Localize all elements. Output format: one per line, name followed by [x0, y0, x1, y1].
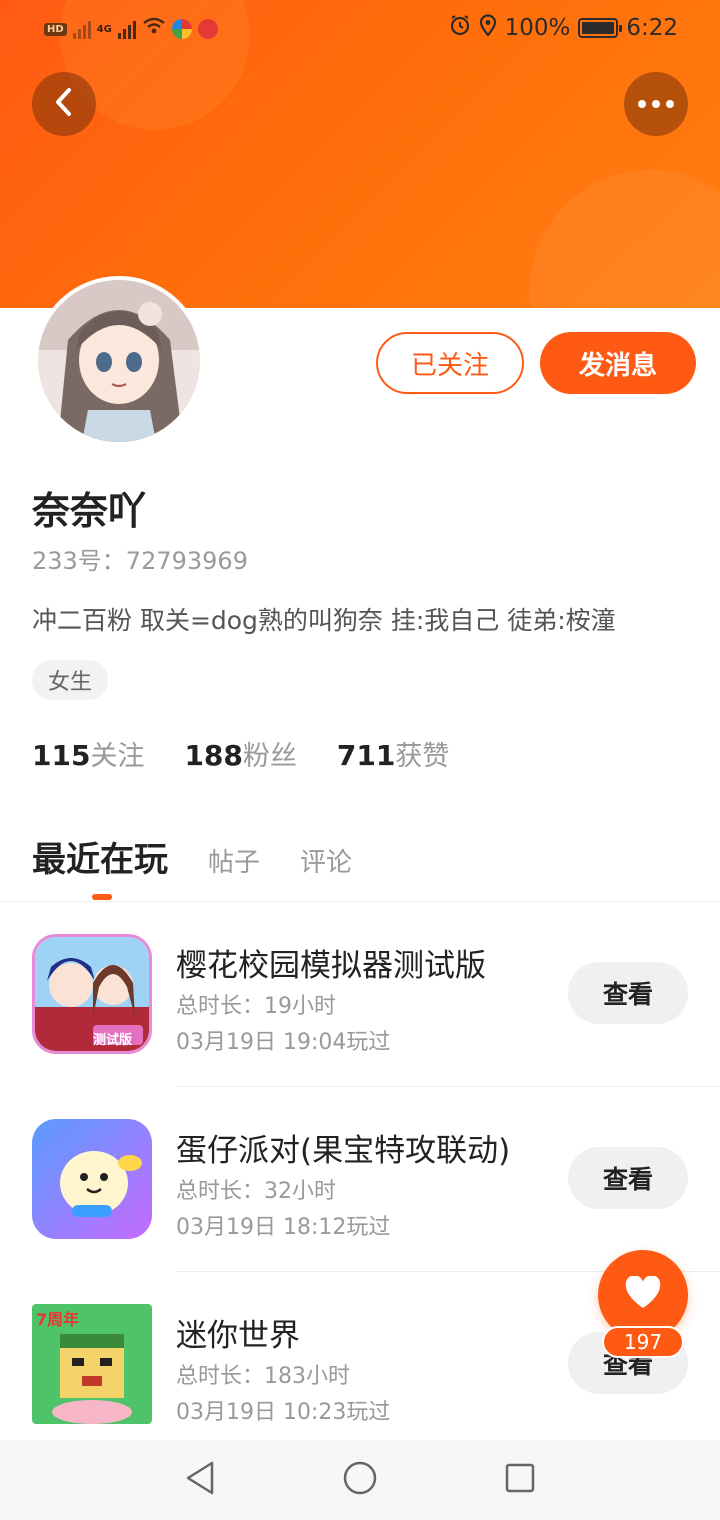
game-icon-badge: 测试版 [93, 1033, 133, 1048]
more-dots-icon [638, 100, 674, 108]
like-count-badge: 197 [602, 1326, 684, 1358]
battery-percent: 100% [504, 15, 571, 41]
game-name: 樱花校园模拟器测试版 [176, 948, 486, 984]
game-name: 蛋仔派对(果宝特攻联动) [176, 1133, 511, 1169]
status-right-group: 100% 6:22 [449, 14, 678, 42]
hd-badge: HD [44, 22, 67, 36]
nav-recents-button[interactable] [500, 1460, 540, 1500]
clock: 6:22 [626, 15, 678, 41]
view-game-button[interactable]: 查看 [568, 1147, 688, 1209]
followed-button[interactable]: 已关注 [376, 332, 524, 394]
gender-tag: 女生 [32, 660, 109, 700]
game-icon [32, 1119, 152, 1239]
nav-back-button[interactable] [180, 1460, 220, 1500]
app-notification-icon [171, 19, 192, 39]
battery-icon [578, 18, 623, 38]
status-left-group: HD 4G [44, 16, 218, 42]
game-name: 迷你世界 [176, 1318, 300, 1354]
game-icon-badge: 7周年 [36, 1310, 80, 1329]
view-game-button[interactable]: 查看 [568, 962, 688, 1024]
heart-icon [624, 1275, 662, 1314]
location-icon [479, 14, 497, 42]
stat-label: 关注 [90, 741, 145, 772]
game-icon: 测试版 [32, 934, 152, 1054]
alarm-icon [449, 14, 471, 42]
stat-likes[interactable]: 711获赞 [337, 734, 449, 773]
game-last-played: 03月19日 19:04玩过 [176, 1030, 391, 1055]
profile-stats: 115关注 188粉丝 711获赞 [32, 734, 449, 773]
game-total-duration: 总时长：19小时 [176, 994, 336, 1019]
wifi-icon [142, 16, 166, 42]
game-icon: 7周年 [32, 1304, 152, 1424]
signal-icon [117, 19, 136, 39]
tab-recently-played[interactable]: 最近在玩 [32, 832, 168, 881]
chevron-left-icon [52, 86, 76, 122]
stat-following[interactable]: 115关注 [32, 734, 144, 773]
avatar[interactable] [34, 276, 204, 446]
app-notification-icon [197, 19, 218, 39]
game-last-played: 03月19日 18:12玩过 [176, 1215, 391, 1240]
system-navigation-bar [0, 1440, 720, 1520]
list-item[interactable]: 测试版 樱花校园模拟器测试版 总时长：19小时 03月19日 19:04玩过 查… [0, 934, 720, 1120]
stat-label: 获赞 [395, 741, 450, 772]
divider [176, 1086, 720, 1087]
profile-tabs: 最近在玩 帖子 评论 [32, 832, 352, 881]
game-total-duration: 总时长：32小时 [176, 1179, 336, 1204]
game-last-played: 03月19日 10:23玩过 [176, 1400, 391, 1425]
status-bar: HD 4G 100% 6:22 [0, 0, 720, 56]
more-options-button[interactable] [624, 72, 688, 136]
stat-value: 188 [184, 739, 243, 772]
send-message-button[interactable]: 发消息 [540, 332, 696, 394]
active-tab-indicator [92, 894, 112, 900]
stat-value: 711 [336, 739, 396, 772]
tab-comments[interactable]: 评论 [300, 842, 352, 879]
stat-followers[interactable]: 188粉丝 [184, 734, 296, 773]
nav-recents-icon [504, 1462, 536, 1498]
stat-value: 115 [32, 739, 91, 772]
user-bio: 冲二百粉 取关=dog熟的叫狗奈 挂:我自己 徒弟:桉潼 [32, 606, 616, 635]
username: 奈奈吖 [32, 489, 147, 533]
nav-back-icon [184, 1460, 216, 1500]
header-decoration [530, 170, 720, 308]
divider [0, 901, 720, 902]
nav-home-button[interactable] [340, 1460, 380, 1500]
game-total-duration: 总时长：183小时 [176, 1364, 350, 1389]
stat-label: 粉丝 [242, 741, 297, 772]
avatar-image [38, 280, 200, 442]
network-type: 4G [96, 23, 112, 35]
nav-home-icon [342, 1460, 378, 1500]
signal-icon [72, 19, 91, 39]
back-button[interactable] [32, 72, 96, 136]
tab-posts[interactable]: 帖子 [208, 842, 260, 879]
user-id: 233号：72793969 [32, 547, 248, 575]
